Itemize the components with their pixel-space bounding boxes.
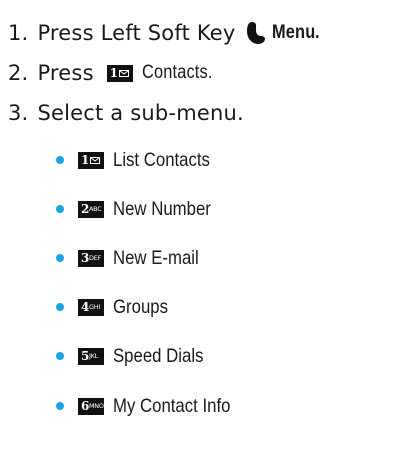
bullet-icon [56, 352, 64, 360]
key-1-icon: 1 [106, 64, 133, 82]
step-3: 3. Select a sub-menu. [8, 97, 244, 129]
envelope-icon [118, 69, 129, 77]
step-2: 2. Press 1 Contacts. [8, 57, 224, 89]
list-item: 5 JKL Speed Dials [56, 341, 218, 371]
submenu-label: Groups [113, 295, 168, 318]
list-item: 6 MNO My Contact Info [56, 391, 250, 421]
bullet-icon [56, 303, 64, 311]
key-5-icon: 5 JKL [78, 347, 104, 365]
envelope-icon [90, 156, 100, 164]
list-item: 3 DEF New E-mail [56, 243, 213, 273]
key-4-icon: 4 GHI [78, 298, 104, 316]
step-text: Select a sub-menu. [37, 101, 244, 125]
submenu-label: List Contacts [113, 148, 210, 171]
key-2-icon: 2 ABC [78, 200, 104, 218]
step-number: 2. [8, 61, 29, 85]
list-item: 4 GHI Groups [56, 292, 177, 322]
submenu-label: New Number [113, 197, 211, 220]
key-1-icon: 1 [78, 151, 104, 169]
list-item: 1 List Contacts [56, 145, 226, 175]
key-3-icon: 3 DEF [78, 249, 104, 267]
list-item: 2 ABC New Number [56, 194, 227, 224]
key-6-icon: 6 MNO [78, 397, 104, 415]
bullet-icon [56, 205, 64, 213]
step-number: 3. [8, 101, 29, 125]
step-number: 1. [8, 21, 29, 45]
contacts-label: Contacts. [141, 62, 213, 83]
left-soft-key-icon [247, 22, 266, 45]
step-suffix: . [314, 22, 320, 43]
step-text: Press [37, 61, 101, 85]
bullet-icon [56, 156, 64, 164]
submenu-label: My Contact Info [113, 394, 231, 417]
bullet-icon [56, 254, 64, 262]
submenu-label: Speed Dials [113, 344, 204, 367]
step-1: 1. Press Left Soft Key Menu. [8, 17, 320, 49]
submenu-label: New E-mail [113, 246, 199, 269]
menu-key-label: Menu [272, 22, 316, 43]
step-text: Press Left Soft Key [37, 21, 243, 45]
bullet-icon [56, 402, 64, 410]
